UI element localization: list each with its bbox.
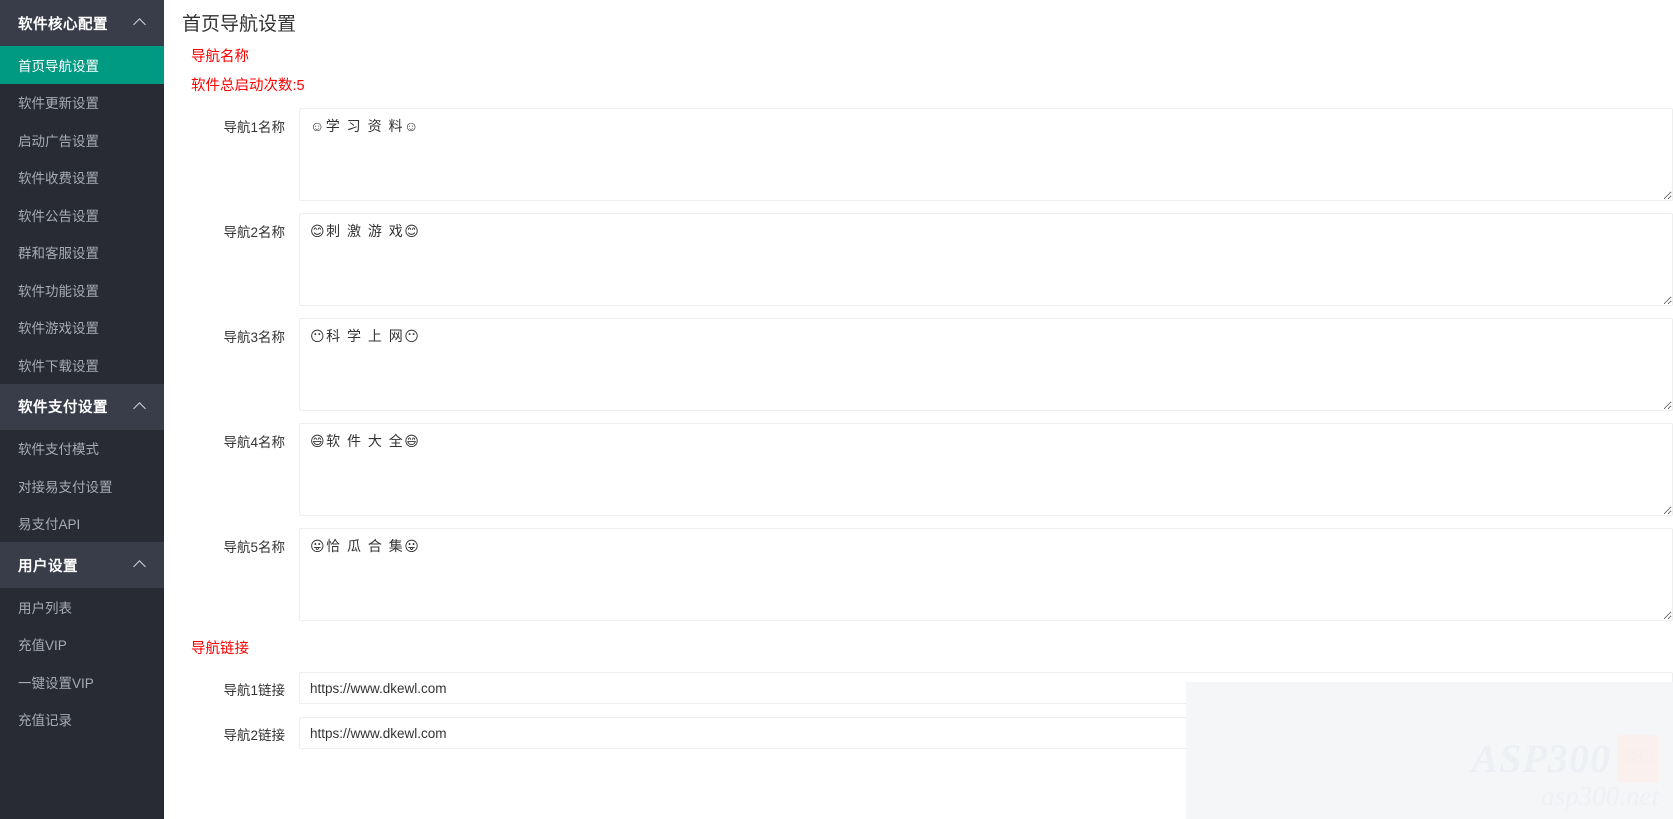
- sidebar-item-1-0[interactable]: 软件支付模式: [0, 429, 164, 467]
- nav-name-row: 导航3名称: [173, 318, 1673, 411]
- sidebar-item-0-7[interactable]: 软件游戏设置: [0, 308, 164, 346]
- chevron-up-icon[interactable]: [134, 558, 148, 572]
- sidebar-group-header-2[interactable]: 用户设置: [0, 542, 164, 588]
- nav-link-label-1: 导航1链接: [223, 683, 285, 698]
- nav-name-textarea-4[interactable]: [299, 423, 1673, 516]
- chevron-up-icon[interactable]: [134, 16, 148, 30]
- nav-name-textarea-3[interactable]: [299, 318, 1673, 411]
- nav-names-section-title: 导航名称: [191, 49, 249, 65]
- sidebar-item-0-1[interactable]: 软件更新设置: [0, 83, 164, 121]
- sidebar-item-0-2[interactable]: 启动广告设置: [0, 121, 164, 159]
- sidebar-group-label: 软件支付设置: [18, 400, 108, 416]
- sidebar-item-2-1[interactable]: 充值VIP: [0, 625, 164, 663]
- sidebar-item-1-1[interactable]: 对接易支付设置: [0, 467, 164, 505]
- sidebar-group-label: 软件核心配置: [18, 16, 108, 33]
- nav-name-row: 导航5名称: [173, 528, 1673, 621]
- nav-link-row: 导航2链接: [173, 717, 1673, 749]
- nav-link-input-2[interactable]: [299, 717, 1673, 749]
- launch-count-text: 软件总启动次数:5: [191, 78, 305, 94]
- main-content: 首页导航设置 导航名称 软件总启动次数:5 导航1名称导航2名称导航3名称导航4…: [164, 0, 1673, 819]
- sidebar-item-0-0[interactable]: 首页导航设置: [0, 46, 164, 84]
- admin-page: 软件核心配置 首页导航设置 软件更新设置 启动广告设置 软件收费设置 软件公告设置 群和客服…: [0, 0, 1673, 819]
- nav-links-section-title: 导航链接: [191, 641, 249, 657]
- sidebar-item-0-4[interactable]: 软件公告设置: [0, 196, 164, 234]
- sidebar-group-header-0[interactable]: 软件核心配置: [0, 0, 164, 46]
- nav-name-textarea-2[interactable]: [299, 213, 1673, 306]
- sidebar-group-header-1[interactable]: 软件支付设置: [0, 383, 164, 430]
- sidebar-item-2-0[interactable]: 用户列表: [0, 588, 164, 626]
- sidebar-item-0-8[interactable]: 软件下载设置: [0, 346, 164, 384]
- chevron-up-icon[interactable]: [134, 400, 148, 414]
- nav-name-row: 导航2名称: [173, 213, 1673, 306]
- sidebar-item-1-2[interactable]: 易支付API: [0, 504, 164, 542]
- sidebar-group-label: 用户设置: [18, 558, 78, 575]
- nav-name-row: 导航1名称: [173, 108, 1673, 201]
- nav-name-label-3: 导航3名称: [223, 330, 285, 345]
- nav-names-form: 导航1名称导航2名称导航3名称导航4名称导航5名称: [173, 108, 1673, 621]
- nav-name-label-1: 导航1名称: [223, 120, 285, 135]
- nav-name-label-4: 导航4名称: [223, 435, 285, 450]
- nav-links-form: 导航1链接导航2链接: [173, 672, 1673, 749]
- sidebar-nav: 软件核心配置首页导航设置 软件更新设置 启动广告设置 软件收费设置 软件公告设置 群和客服…: [0, 0, 164, 819]
- sidebar-item-0-6[interactable]: 软件功能设置: [0, 271, 164, 309]
- nav-name-label-5: 导航5名称: [223, 540, 285, 555]
- sidebar-item-2-3[interactable]: 充值记录: [0, 700, 164, 738]
- sidebar-item-0-5[interactable]: 群和客服设置: [0, 233, 164, 271]
- bottom-spacer: [173, 749, 1673, 789]
- nav-link-row: 导航1链接: [173, 672, 1673, 704]
- page-title: 首页导航设置: [182, 14, 297, 35]
- nav-name-textarea-1[interactable]: [299, 108, 1673, 201]
- nav-name-row: 导航4名称: [173, 423, 1673, 516]
- nav-link-label-2: 导航2链接: [223, 728, 285, 743]
- sidebar-item-2-2[interactable]: 一键设置VIP: [0, 663, 164, 701]
- sidebar-item-0-3[interactable]: 软件收费设置: [0, 158, 164, 196]
- nav-name-textarea-5[interactable]: [299, 528, 1673, 621]
- nav-link-input-1[interactable]: [299, 672, 1673, 704]
- nav-name-label-2: 导航2名称: [223, 225, 285, 240]
